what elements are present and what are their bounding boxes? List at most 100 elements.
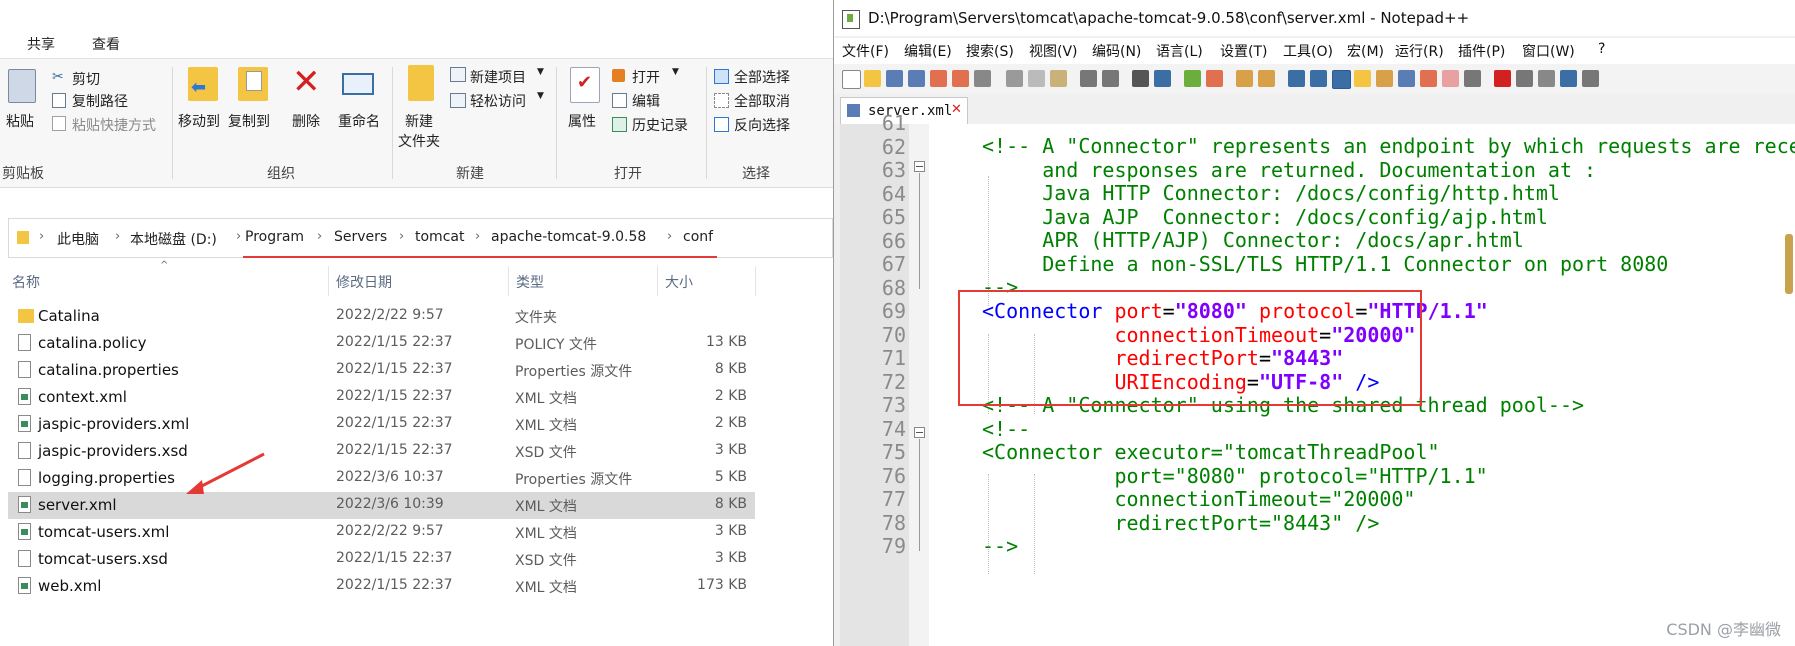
file-row[interactable]: tomcat-users.xsd 2022/1/15 22:37 XSD 文件 3 K… xyxy=(8,546,755,573)
menu-window[interactable]: 窗口(W) xyxy=(1522,41,1575,61)
menu-settings[interactable]: 设置(T) xyxy=(1220,41,1267,61)
sync-horizontal-icon[interactable] xyxy=(1258,70,1275,87)
file-row[interactable]: Catalina 2022/2/22 9:57 文件夹 xyxy=(8,303,755,330)
file-row[interactable]: tomcat-users.xml 2022/2/22 9:57 XML 文档 3 KB xyxy=(8,519,755,546)
move-to-button[interactable]: 移动到 xyxy=(178,111,220,131)
open-file-icon[interactable] xyxy=(864,70,881,87)
save-macro-icon[interactable] xyxy=(1582,70,1599,87)
breadcrumb-apache-tomcat[interactable]: apache-tomcat-9.0.58 xyxy=(491,229,646,245)
record-macro-icon[interactable] xyxy=(1494,70,1511,87)
file-row[interactable]: jaspic-providers.xsd 2022/1/15 22:37 XSD 文… xyxy=(8,438,755,465)
indent-guide-icon[interactable] xyxy=(1332,70,1351,89)
select-none-button[interactable]: 全部取消 xyxy=(734,91,790,111)
replace-icon[interactable] xyxy=(1154,70,1171,87)
file-row[interactable]: context.xml 2022/1/15 22:37 XML 文档 2 KB xyxy=(8,384,755,411)
sync-vertical-icon[interactable] xyxy=(1236,70,1253,87)
fold-toggle-icon[interactable] xyxy=(914,161,925,172)
file-row[interactable]: logging.properties 2022/3/6 10:37 Properti… xyxy=(8,465,755,492)
function-list-icon[interactable] xyxy=(1420,70,1437,87)
copy-path-button[interactable]: 复制路径 xyxy=(72,91,128,111)
save-all-icon[interactable] xyxy=(908,70,925,87)
cut-button[interactable]: 剪切 xyxy=(72,69,100,89)
menu-run[interactable]: 运行(R) xyxy=(1395,41,1444,61)
breadcrumb-conf[interactable]: conf xyxy=(683,229,713,245)
run-macro-multiple-icon[interactable] xyxy=(1560,70,1577,87)
close-file-icon[interactable] xyxy=(930,70,947,87)
breadcrumb-this-pc[interactable]: 此电脑 xyxy=(57,229,99,249)
select-none-icon xyxy=(714,93,729,108)
zoom-out-icon[interactable] xyxy=(1206,70,1223,87)
column-modified[interactable]: 修改日期 xyxy=(336,272,392,292)
fold-toggle-icon[interactable] xyxy=(914,427,925,438)
file-row[interactable]: catalina.policy 2022/1/15 22:37 POLICY 文件 1… xyxy=(8,330,755,357)
redo-icon[interactable] xyxy=(1102,70,1119,87)
file-row[interactable]: jaspic-providers.xml 2022/1/15 22:37 XML 文… xyxy=(8,411,755,438)
menu-search[interactable]: 搜索(S) xyxy=(966,41,1014,61)
code-line-75: <Connector executor="tomcatThreadPool" xyxy=(982,440,1440,464)
zoom-in-icon[interactable] xyxy=(1184,70,1201,87)
menu-plugins[interactable]: 插件(P) xyxy=(1458,41,1505,61)
file-icon xyxy=(18,442,31,459)
word-wrap-icon[interactable] xyxy=(1288,70,1305,87)
paste-icon[interactable] xyxy=(1050,70,1067,87)
doc-map-icon[interactable] xyxy=(1376,70,1393,87)
menu-macro[interactable]: 宏(M) xyxy=(1347,41,1384,61)
undo-icon[interactable] xyxy=(1080,70,1097,87)
print-icon[interactable] xyxy=(974,70,991,87)
monitoring-icon[interactable] xyxy=(1464,70,1481,87)
select-all-button[interactable]: 全部选择 xyxy=(734,67,790,87)
menu-file[interactable]: 文件(F) xyxy=(842,41,889,61)
copy-to-button[interactable]: 复制到 xyxy=(228,111,270,131)
delete-button[interactable]: 删除 xyxy=(292,111,320,131)
menu-view[interactable]: 视图(V) xyxy=(1029,41,1078,61)
file-row[interactable]: web.xml 2022/1/15 22:37 XML 文档 173 KB xyxy=(8,573,755,600)
breadcrumb-tomcat[interactable]: tomcat xyxy=(415,229,464,245)
column-name[interactable]: 名称 xyxy=(12,272,40,292)
breadcrumb-local-disk[interactable]: 本地磁盘 (D:) xyxy=(130,229,217,249)
save-icon[interactable] xyxy=(886,70,903,87)
menu-help[interactable]: ? xyxy=(1598,41,1605,57)
open-button[interactable]: 打开 xyxy=(632,67,660,87)
menu-language[interactable]: 语言(L) xyxy=(1156,41,1203,61)
tab-share[interactable]: 共享 xyxy=(27,34,55,54)
cut-icon[interactable] xyxy=(1006,70,1023,87)
file-row[interactable]: server.xml 2022/3/6 10:39 XML 文档 8 KB xyxy=(8,492,755,519)
properties-button[interactable]: 属性 xyxy=(568,111,596,131)
breadcrumb-servers[interactable]: Servers xyxy=(334,229,387,245)
paste-shortcut-button[interactable]: 粘贴快捷方式 xyxy=(72,115,156,135)
new-item-button[interactable]: 新建项目 xyxy=(470,67,526,87)
find-icon[interactable] xyxy=(1132,70,1149,87)
close-tab-icon[interactable]: ✕ xyxy=(951,102,962,117)
paste-button[interactable]: 粘贴 xyxy=(6,111,34,131)
chevron-down-icon: ▼ xyxy=(672,67,679,77)
scrollbar-thumb[interactable] xyxy=(1785,234,1793,294)
stop-macro-icon[interactable] xyxy=(1516,70,1533,87)
address-bar[interactable]: › 此电脑 › 本地磁盘 (D:) › Program › Servers › … xyxy=(8,218,833,258)
user-language-icon[interactable] xyxy=(1354,70,1371,87)
breadcrumb-program[interactable]: Program xyxy=(245,229,304,245)
menu-edit[interactable]: 编辑(E) xyxy=(904,41,952,61)
new-file-icon[interactable] xyxy=(842,70,861,89)
new-folder-button-line2[interactable]: 文件夹 xyxy=(398,131,440,151)
tab-view[interactable]: 查看 xyxy=(92,34,120,54)
edit-button[interactable]: 编辑 xyxy=(632,91,660,111)
play-macro-icon[interactable] xyxy=(1538,70,1555,87)
invert-selection-button[interactable]: 反向选择 xyxy=(734,115,790,135)
column-size[interactable]: 大小 xyxy=(665,272,693,292)
file-row[interactable]: catalina.properties 2022/1/15 22:37 Proper… xyxy=(8,357,755,384)
folder-workspace-icon[interactable] xyxy=(1442,70,1459,87)
line-number: 75 xyxy=(881,440,906,464)
notepad-logo-icon xyxy=(842,10,860,29)
show-all-chars-icon[interactable] xyxy=(1310,70,1327,87)
rename-button[interactable]: 重命名 xyxy=(338,111,380,131)
column-type[interactable]: 类型 xyxy=(516,272,544,292)
close-all-icon[interactable] xyxy=(952,70,969,87)
code-editor[interactable]: 61 62 63 64 65 66 67 68 69 70 71 72 73 74 75 76 77 78 79 <… xyxy=(834,111,1795,646)
easy-access-button[interactable]: 轻松访问 xyxy=(470,91,526,111)
copy-icon[interactable] xyxy=(1028,70,1045,87)
doc-list-icon[interactable] xyxy=(1398,70,1415,87)
menu-encoding[interactable]: 编码(N) xyxy=(1092,41,1141,61)
history-button[interactable]: 历史记录 xyxy=(632,115,688,135)
new-folder-button[interactable]: 新建 xyxy=(405,111,433,131)
menu-tools[interactable]: 工具(O) xyxy=(1283,41,1333,61)
